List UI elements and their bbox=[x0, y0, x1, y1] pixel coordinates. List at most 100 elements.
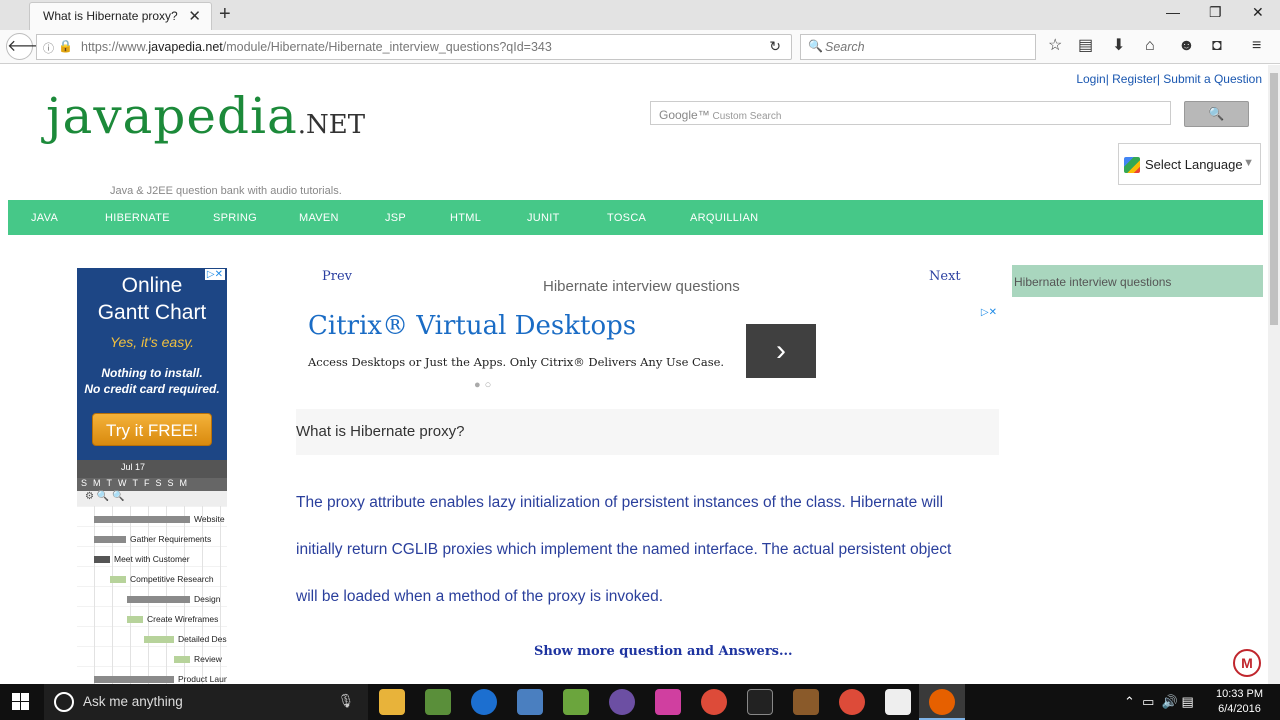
answer-line: initially return CGLIB proxies which imp… bbox=[296, 541, 952, 558]
pocket-icon[interactable]: ◘ bbox=[1212, 38, 1222, 54]
menu-item-tosca[interactable]: TOSCA bbox=[607, 212, 646, 224]
gantt-bar bbox=[127, 596, 190, 603]
gantt-task: Product Laun bbox=[178, 674, 227, 684]
account-links[interactable]: Login| Register| Submit a Question bbox=[1076, 72, 1262, 86]
sidebar-header[interactable]: Hibernate interview questions bbox=[1012, 265, 1263, 297]
next-link[interactable]: Next bbox=[929, 269, 961, 284]
browser-tab[interactable]: What is Hibernate proxy? ✕ bbox=[29, 2, 212, 30]
chevron-right-icon: › bbox=[776, 334, 786, 367]
language-select[interactable]: Select Language ▼ bbox=[1118, 143, 1261, 185]
menu-item-hibernate[interactable]: HIBERNATE bbox=[105, 212, 170, 224]
tab-title: What is Hibernate proxy? bbox=[43, 9, 178, 23]
clock[interactable]: 10:33 PM 6/4/2016 bbox=[1212, 687, 1267, 717]
cortana-icon bbox=[54, 692, 74, 712]
maximize-icon[interactable]: ❐ bbox=[1209, 4, 1222, 21]
gantt-bar bbox=[94, 556, 110, 563]
gantt-bar bbox=[144, 636, 174, 643]
mcafee-icon[interactable]: M bbox=[1233, 649, 1261, 677]
chevron-up-icon[interactable]: ⌃ bbox=[1124, 694, 1135, 709]
url-text: https://www.javapedia.net/module/Hiberna… bbox=[81, 40, 552, 54]
sidebar-title: Hibernate interview questions bbox=[1014, 275, 1172, 289]
tab-bar: What is Hibernate proxy? ✕ + — ❐ ✕ bbox=[0, 0, 1280, 30]
start-button[interactable] bbox=[12, 693, 30, 711]
dropdown-arrow-icon: ▼ bbox=[1243, 157, 1254, 169]
app-icon[interactable] bbox=[517, 689, 543, 715]
home-icon[interactable]: ⌂ bbox=[1145, 38, 1155, 54]
ad-description: Access Desktops or Just the Apps. Only C… bbox=[308, 355, 725, 369]
cortana-search[interactable]: Ask me anything 🎙 bbox=[44, 684, 368, 720]
document-icon[interactable] bbox=[885, 689, 911, 715]
try-free-button[interactable]: Try it FREE! bbox=[92, 413, 212, 446]
search-input[interactable]: 🔍 Search bbox=[800, 34, 1036, 60]
microphone-icon[interactable]: 🎙 bbox=[337, 693, 354, 709]
file-explorer-icon[interactable] bbox=[379, 689, 405, 715]
clock-time: 10:33 PM bbox=[1215, 688, 1264, 700]
lock-icon[interactable]: 🔒 bbox=[58, 39, 73, 53]
gantt-task: Review bbox=[194, 654, 222, 664]
question-box: What is Hibernate proxy? bbox=[296, 409, 999, 455]
app-icon[interactable] bbox=[793, 689, 819, 715]
eclipse-icon[interactable] bbox=[609, 689, 635, 715]
volume-icon[interactable]: 🔊 bbox=[1162, 694, 1178, 709]
reload-icon[interactable]: ↻ bbox=[769, 38, 781, 55]
scrollbar-thumb[interactable] bbox=[1270, 73, 1278, 325]
terminal-icon[interactable] bbox=[747, 689, 773, 715]
download-icon[interactable]: ⬇ bbox=[1112, 38, 1125, 54]
notification-icon[interactable]: ▤ bbox=[1181, 694, 1193, 709]
chrome-icon[interactable] bbox=[839, 689, 865, 715]
firefox-icon[interactable] bbox=[929, 689, 955, 715]
ad-carousel-dots[interactable]: ●○ bbox=[474, 379, 495, 391]
menu-item-html[interactable]: HTML bbox=[450, 212, 481, 224]
new-tab-icon[interactable]: + bbox=[219, 3, 231, 26]
cortana-placeholder: Ask me anything bbox=[83, 694, 183, 709]
menu-icon[interactable]: ≡ bbox=[1252, 38, 1261, 54]
menu-item-maven[interactable]: MAVEN bbox=[299, 212, 339, 224]
app-icon[interactable] bbox=[655, 689, 681, 715]
prev-link[interactable]: Prev bbox=[322, 269, 352, 284]
ad-headline[interactable]: Citrix® Virtual Desktops bbox=[308, 311, 636, 341]
windows-taskbar: Ask me anything 🎙 ⌃ ▭ 🔊 ▤ 10:33 PM 6/4/2… bbox=[0, 684, 1280, 720]
menu-item-java[interactable]: JAVA bbox=[31, 212, 58, 224]
app-icon[interactable] bbox=[425, 689, 451, 715]
google-translate-icon bbox=[1124, 157, 1140, 173]
menu-item-spring[interactable]: SPRING bbox=[213, 212, 257, 224]
back-button[interactable]: 🡐 bbox=[6, 33, 50, 60]
google-search-input[interactable]: Google™ Custom Search bbox=[650, 101, 1171, 125]
gantt-tools: ⚙ 🔍 🔍 bbox=[77, 491, 227, 506]
answer-line: The proxy attribute enables lazy initial… bbox=[296, 494, 944, 511]
ad-choices-icon[interactable]: ▷✕ bbox=[981, 307, 997, 318]
reading-list-icon[interactable]: ▤ bbox=[1078, 38, 1093, 54]
clock-date: 6/4/2016 bbox=[1218, 703, 1261, 715]
ad-choices-icon[interactable]: ▷✕ bbox=[204, 269, 225, 280]
chat-icon[interactable]: ☻ bbox=[1178, 38, 1195, 54]
site-logo[interactable]: javapedia.NET bbox=[46, 87, 365, 145]
menu-item-arquillian[interactable]: ARQUILLIAN bbox=[690, 212, 758, 224]
chrome-icon[interactable] bbox=[701, 689, 727, 715]
notepad-icon[interactable] bbox=[563, 689, 589, 715]
menu-item-jsp[interactable]: JSP bbox=[385, 212, 406, 224]
internet-explorer-icon[interactable] bbox=[471, 689, 497, 715]
web-page: Login| Register| Submit a Question javap… bbox=[0, 65, 1268, 685]
window-close-icon[interactable]: ✕ bbox=[1252, 4, 1264, 21]
search-icon: 🔍 bbox=[1208, 106, 1225, 121]
minimize-icon[interactable]: — bbox=[1166, 4, 1180, 20]
menu-item-junit[interactable]: JUNIT bbox=[527, 212, 560, 224]
citrix-ad[interactable]: Citrix® Virtual Desktops Access Desktops… bbox=[296, 305, 999, 408]
gantt-bar bbox=[127, 616, 143, 623]
battery-icon[interactable]: ▭ bbox=[1142, 694, 1154, 709]
answer-text: The proxy attribute enables lazy initial… bbox=[296, 479, 996, 620]
gantt-bar bbox=[94, 516, 190, 523]
show-more-link[interactable]: Show more question and Answers... bbox=[534, 644, 793, 659]
gantt-days: SMTWTFSSM bbox=[77, 478, 227, 491]
gantt-chart-ad[interactable]: Online Gantt Chart Yes, it's easy. Nothi… bbox=[77, 268, 227, 685]
main-menu: JAVA HIBERNATE SPRING MAVEN JSP HTML JUN… bbox=[8, 200, 1263, 235]
system-tray[interactable]: ⌃ ▭ 🔊 ▤ bbox=[1124, 694, 1194, 710]
tab-close-icon[interactable]: ✕ bbox=[188, 7, 201, 25]
info-icon[interactable]: ⓘ bbox=[43, 40, 54, 56]
gantt-bar bbox=[94, 536, 126, 543]
bookmark-star-icon[interactable]: ☆ bbox=[1048, 38, 1062, 54]
ad-next-button[interactable]: › bbox=[746, 324, 816, 378]
scrollbar[interactable] bbox=[1268, 65, 1280, 685]
google-search-button[interactable]: 🔍 bbox=[1184, 101, 1249, 127]
address-bar[interactable]: ⓘ 🔒 https://www.javapedia.net/module/Hib… bbox=[36, 34, 792, 60]
